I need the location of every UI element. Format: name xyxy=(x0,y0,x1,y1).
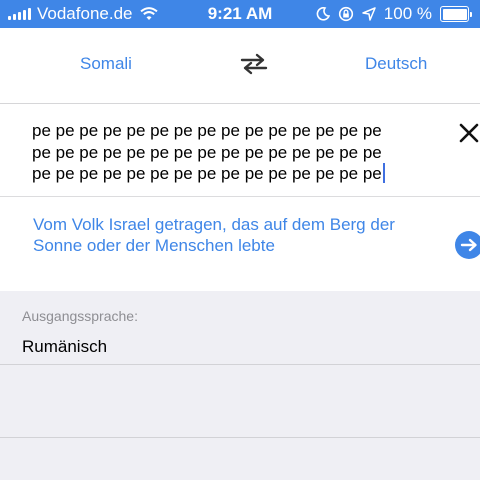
divider xyxy=(0,364,480,365)
status-bar: Vodafone.de 9:21 AM 100 % xyxy=(0,0,480,28)
language-bar: Somali Deutsch xyxy=(0,28,480,104)
target-language-button[interactable]: Deutsch xyxy=(365,54,427,74)
source-text-area[interactable]: pe pe pe pe pe pe pe pe pe pe pe pe pe p… xyxy=(0,104,480,197)
moon-icon xyxy=(316,7,330,21)
detected-language-label: Ausgangssprache: xyxy=(22,308,138,324)
source-text: pe pe pe pe pe pe pe pe pe pe pe pe pe p… xyxy=(32,121,382,183)
swap-arrows-icon[interactable] xyxy=(240,52,268,76)
translation-text: Vom Volk Israel getragen, das auf dem Be… xyxy=(33,215,395,255)
status-bar-right: 100 % xyxy=(316,3,472,25)
battery-percent: 100 % xyxy=(383,4,432,23)
arrow-right-circle-icon[interactable] xyxy=(455,231,480,259)
rotation-lock-icon xyxy=(338,6,353,22)
detected-language-value[interactable]: Rumänisch xyxy=(22,337,107,357)
close-icon[interactable] xyxy=(457,121,480,145)
text-caret xyxy=(382,163,385,183)
divider xyxy=(0,437,480,438)
location-arrow-icon xyxy=(362,7,376,21)
translation-result[interactable]: Vom Volk Israel getragen, das auf dem Be… xyxy=(0,197,480,291)
source-language-button[interactable]: Somali xyxy=(80,54,132,74)
source-text-content[interactable]: pe pe pe pe pe pe pe pe pe pe pe pe pe p… xyxy=(32,120,432,185)
battery-icon xyxy=(440,6,472,22)
